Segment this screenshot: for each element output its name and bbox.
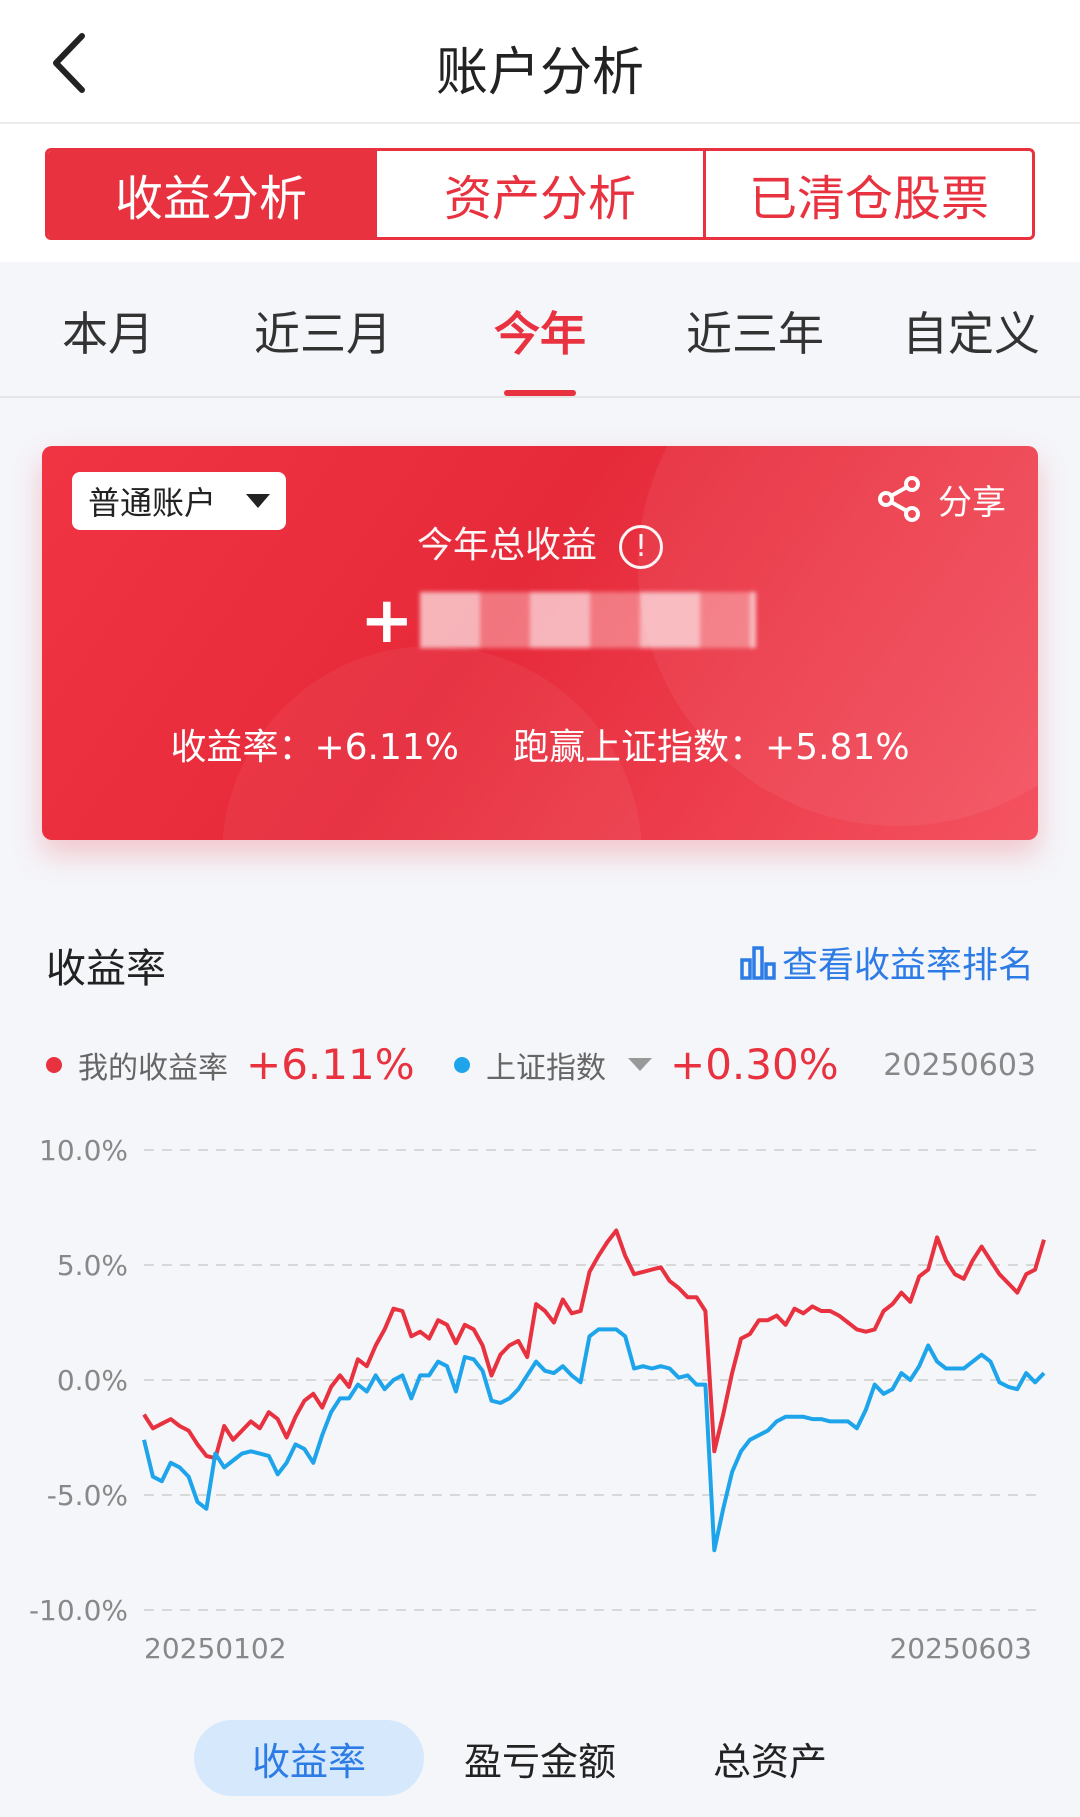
card-stats: 收益率：+6.11% 跑赢上证指数：+5.81% xyxy=(42,718,1038,770)
legend-index[interactable]: 上证指数 +0.30% xyxy=(454,1040,839,1089)
chart-tab-profit-loss[interactable]: 盈亏金额 xyxy=(440,1720,640,1796)
legend-my-return-value: +6.11% xyxy=(246,1040,415,1089)
legend-my-return: 我的收益率 +6.11% xyxy=(46,1040,415,1089)
y-tick-label: 5.0% xyxy=(57,1249,128,1282)
period-tab-custom[interactable]: 自定义 xyxy=(902,298,1040,364)
y-tick-label: -5.0% xyxy=(47,1479,128,1512)
y-tick-label: 10.0% xyxy=(39,1134,128,1167)
page-title: 账户分析 xyxy=(435,43,644,103)
total-income-label: 今年总收益! xyxy=(42,516,1038,569)
return-rate-chart[interactable]: 10.0% 5.0% 0.0% -5.0% -10.0% 20250102 20250603 xyxy=(0,1120,1080,1680)
income-summary-card: 普通账户 分享 今年总收益! + 收益率：+6.11% 跑赢上证指数：+5.81% xyxy=(42,446,1038,840)
section-title: 收益率 xyxy=(46,946,166,992)
tab-cleared-stocks[interactable]: 已清仓股票 xyxy=(703,151,1032,237)
view-ranking-link[interactable]: 查看收益率排名 xyxy=(738,936,1034,988)
caret-down-icon xyxy=(628,1058,652,1071)
y-tick-label: -10.0% xyxy=(29,1594,128,1627)
chart-legend: 我的收益率 +6.11% 上证指数 +0.30% 20250603 xyxy=(46,1036,1036,1089)
period-tab-three-months[interactable]: 近三月 xyxy=(254,298,392,364)
nav-bar: 账户分析 xyxy=(0,0,1080,124)
period-tab-three-years[interactable]: 近三年 xyxy=(686,298,824,364)
y-tick-label: 0.0% xyxy=(57,1364,128,1397)
segmented-control: 收益分析 资产分析 已清仓股票 xyxy=(45,148,1035,240)
period-tab-month[interactable]: 本月 xyxy=(62,298,154,364)
chart-mode-tabs: 收益率 盈亏金额 总资产 xyxy=(0,1710,1080,1810)
x-label-start: 20250102 xyxy=(144,1632,287,1665)
legend-date: 20250603 xyxy=(883,1048,1036,1083)
chart-tab-total-assets[interactable]: 总资产 xyxy=(670,1720,870,1796)
view-ranking-label: 查看收益率排名 xyxy=(781,945,1034,986)
bar-chart-icon xyxy=(740,946,776,980)
tab-income-analysis[interactable]: 收益分析 xyxy=(48,151,374,237)
total-income-label-text: 今年总收益 xyxy=(416,525,597,566)
series-line-index xyxy=(142,1327,1046,1553)
segment-bar: 收益分析 资产分析 已清仓股票 xyxy=(0,124,1080,262)
caret-down-icon xyxy=(246,494,270,508)
chart-tab-return-rate[interactable]: 收益率 xyxy=(194,1720,424,1796)
legend-my-return-label: 我的收益率 xyxy=(78,1050,228,1086)
legend-index-label: 上证指数 xyxy=(486,1050,606,1086)
x-label-end: 20250603 xyxy=(889,1632,1032,1665)
tab-asset-analysis[interactable]: 资产分析 xyxy=(374,151,703,237)
red-dot-icon xyxy=(46,1056,62,1073)
return-rate-stat: 收益率：+6.11% xyxy=(170,727,459,768)
income-plus-sign: + xyxy=(360,584,414,658)
period-tabs: 本月 近三月 今年 近三年 自定义 xyxy=(0,262,1080,398)
masked-income-amount xyxy=(420,592,756,648)
active-period-underline xyxy=(504,390,576,396)
period-tab-this-year[interactable]: 今年 xyxy=(494,298,586,364)
blue-dot-icon xyxy=(454,1056,470,1073)
info-icon[interactable]: ! xyxy=(619,525,663,569)
beat-index-stat: 跑赢上证指数：+5.81% xyxy=(513,727,910,768)
legend-index-value: +0.30% xyxy=(670,1040,839,1089)
